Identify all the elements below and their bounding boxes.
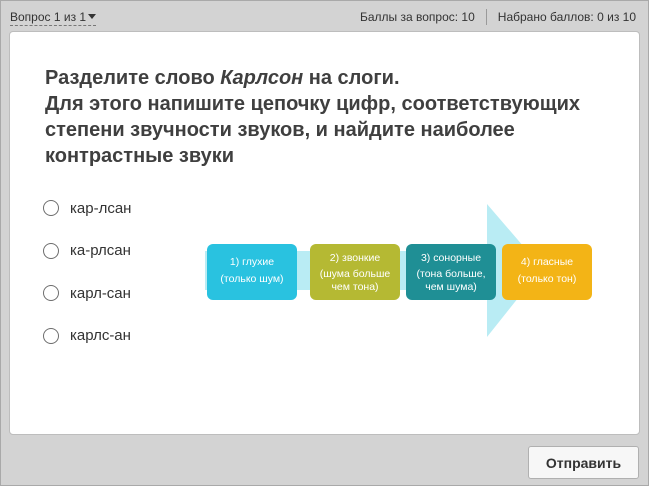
box-line1: 3) сонорные — [421, 252, 481, 264]
sonority-scale-diagram: 1) глухие (только шум) 2) звонкие (шума … — [205, 204, 592, 337]
box-background — [207, 244, 297, 300]
box-background — [502, 244, 592, 300]
radio-button[interactable] — [43, 200, 59, 216]
caret-down-icon — [88, 14, 97, 19]
box-line3: чем шума) — [425, 281, 477, 293]
answer-option-label: карлс-ан — [70, 327, 131, 344]
box-line2: (шума больше — [320, 268, 391, 280]
answer-option-3[interactable]: карл-сан — [43, 283, 131, 303]
answer-option-label: ка-рлсан — [70, 242, 131, 259]
box-line1: 1) глухие — [230, 256, 274, 268]
box-line2: (только шум) — [220, 273, 283, 285]
sonority-box-2: 2) звонкие (шума больше чем тона) — [310, 244, 400, 300]
top-bar: Вопрос 1 из 1 Баллы за вопрос: 10 Набран… — [1, 1, 648, 31]
box-line1: 4) гласные — [521, 256, 573, 268]
points-scored: Набрано баллов: 0 из 10 — [497, 10, 636, 24]
sonority-box-1: 1) глухие (только шум) — [207, 244, 297, 300]
answer-option-label: карл-сан — [70, 284, 131, 302]
submit-button[interactable]: Отправить — [528, 446, 639, 479]
quiz-frame: Вопрос 1 из 1 Баллы за вопрос: 10 Набран… — [0, 0, 649, 486]
box-line1: 2) звонкие — [330, 252, 381, 264]
answer-options: кар-лсан ка-рлсан карл-сан карлс-ан — [43, 198, 131, 368]
divider — [485, 9, 487, 25]
sonority-box-4: 4) гласные (только тон) — [502, 244, 592, 300]
box-line3: чем тона) — [331, 281, 378, 293]
question-card: Разделите слово Карлсон на слоги. Для это… — [9, 31, 640, 435]
question-line1-prefix: Разделите слово — [45, 67, 221, 89]
radio-button[interactable] — [43, 285, 59, 301]
question-line2: Для этого напишите цепочку цифр, соответ… — [45, 93, 580, 167]
points-per-question: Баллы за вопрос: 10 — [359, 10, 475, 24]
answer-option-2[interactable]: ка-рлсан — [43, 241, 131, 261]
answer-option-1[interactable]: кар-лсан — [43, 198, 131, 218]
question-line1-suffix: на слоги. — [303, 67, 400, 89]
radio-button[interactable] — [43, 327, 59, 344]
box-line2: (тона больше, — [417, 268, 486, 280]
score-stats: Баллы за вопрос: 10 Набрано баллов: 0 из… — [360, 9, 636, 25]
question-keyword: Карлсон — [220, 67, 304, 89]
box-line2: (только тон) — [518, 273, 577, 285]
question-text: Разделите слово Карлсон на слоги. Для это… — [45, 65, 615, 169]
radio-button[interactable] — [43, 242, 59, 259]
sonority-box-3: 3) сонорные (тона больше, чем шума) — [406, 244, 496, 300]
question-nav-dropdown[interactable]: Вопрос 1 из 1 — [10, 10, 97, 26]
answer-option-4[interactable]: карлс-ан — [43, 326, 131, 346]
question-nav-label: Вопрос 1 из 1 — [10, 10, 87, 24]
answer-option-label: кар-лсан — [70, 199, 132, 217]
